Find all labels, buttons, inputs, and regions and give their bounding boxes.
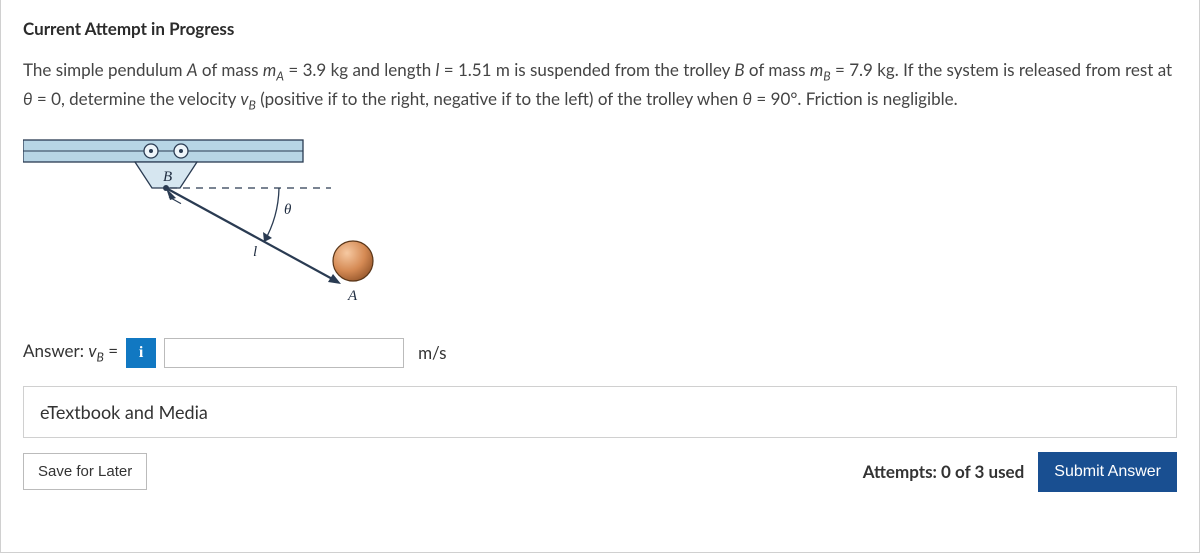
sub-B: B [249,98,256,113]
var-B: B [734,59,744,80]
var-m: m [263,59,276,80]
label-A: A [347,288,358,304]
question-container: Current Attempt in Progress The simple p… [0,0,1200,553]
text: The simple pendulum [23,59,187,80]
right-group: Attempts: 0 of 3 used Submit Answer [863,452,1177,492]
text: Answer: [23,340,88,361]
answer-label: Answer: vB = [23,340,118,364]
var-theta: θ [743,88,753,109]
var-theta: θ [23,88,33,109]
attempts-text: Attempts: 0 of 3 used [863,461,1025,482]
text: = 1.51 m is suspended from the trolley [439,59,734,80]
save-button[interactable]: Save for Later [23,453,147,490]
answer-input[interactable] [164,338,404,368]
answer-unit: m/s [418,342,446,363]
diagram: B l θ A [23,126,383,326]
sub-B: B [96,350,103,365]
text: = 90°. Friction is negligible. [752,88,958,109]
label-l: l [253,244,257,260]
sub-A: A [276,68,284,83]
etextbook-link[interactable]: eTextbook and Media [23,386,1177,438]
answer-row: Answer: vB = i m/s [23,338,1177,368]
bottom-row: Save for Later Attempts: 0 of 3 used Sub… [23,452,1177,492]
text: of mass [198,59,263,80]
attempt-heading: Current Attempt in Progress [23,18,1177,39]
var-m: m [810,59,823,80]
equals: = [104,340,118,361]
text: = 3.9 kg and length [284,59,436,80]
info-button[interactable]: i [126,338,156,368]
text: (positive if to the right, negative if t… [256,88,743,109]
submit-button[interactable]: Submit Answer [1038,452,1177,492]
question-prompt: The simple pendulum A of mass mA = 3.9 k… [23,57,1177,116]
label-theta: θ [284,202,292,218]
var-v: v [240,88,248,109]
text: = 0, determine the velocity [33,88,241,109]
sub-B: B [823,68,830,83]
var-A: A [187,59,198,80]
text: of mass [745,59,810,80]
text: = 7.9 kg. If the system is released from… [831,59,1173,80]
label-B: B [163,169,172,185]
